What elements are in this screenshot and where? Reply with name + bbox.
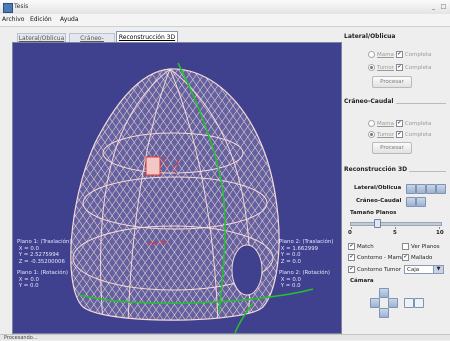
slider-mid-label: 5	[393, 230, 397, 236]
menu-archivo[interactable]: Archivo	[2, 16, 24, 23]
ver-planos-label: Ver Planos	[411, 244, 440, 250]
camera-right-button[interactable]	[388, 298, 398, 308]
title-bar: Tesis _ □	[0, 0, 450, 15]
match-checkbox[interactable]: ✔	[348, 243, 355, 250]
craneo-rotate-right-button[interactable]	[416, 197, 426, 207]
radio-mama-cc[interactable]	[368, 120, 375, 127]
ver-planos-option[interactable]: Ver Planos	[400, 243, 440, 250]
radio-row-mama-cc[interactable]: Mama ✔ Completa	[368, 120, 431, 127]
status-bar: Procesando...	[0, 334, 450, 341]
radio-tumor-label: Tumor	[377, 65, 394, 71]
checkbox-completa-mama[interactable]: ✔	[395, 51, 403, 58]
completa-label: Completa	[405, 65, 432, 71]
camera-label: Cámara	[350, 278, 374, 284]
slider-tick	[439, 227, 440, 229]
checkbox-completa-tumor[interactable]: ✔	[396, 64, 403, 71]
plane1-translation-readout: Plano 1: (Traslación) X = 0.0 Y = 2.5275…	[17, 239, 72, 265]
menu-bar: Archivo Edición Ayuda	[0, 14, 450, 27]
radio-tumor-cc-label: Tumor	[377, 132, 394, 138]
craneo-rotate-left-button[interactable]	[406, 197, 416, 207]
radio-row-tumor-cc[interactable]: Tumor ✔ Completa	[368, 131, 432, 138]
radio-row-mama[interactable]: Mama ✔ Completa	[368, 51, 431, 58]
match-option[interactable]: ✔ Match	[346, 243, 374, 250]
plane2-translation-readout: Plano 2: (Traslación) X = 1.662999 Y = 0…	[279, 239, 334, 265]
slider-min-label: 0	[348, 230, 352, 236]
slider-max-label: 10	[436, 230, 444, 236]
slider-tick	[395, 227, 396, 229]
mesh-hole	[231, 244, 263, 296]
contorno-mama-checkbox[interactable]: ✔	[348, 254, 355, 261]
panel-title-lateral: Lateral/Oblicua	[344, 33, 396, 40]
zoom-out-icon[interactable]	[414, 298, 424, 308]
craneo-rotation-label: Cráneo-Caudal	[356, 198, 402, 204]
lateral-rotate-right-button[interactable]	[436, 184, 446, 194]
procesar-button-craneo[interactable]: Procesar	[372, 142, 412, 154]
checkbox-completa-mama-cc[interactable]: ✔	[395, 120, 403, 127]
mallado-checkbox[interactable]: ✔	[402, 254, 409, 261]
contorno-mama-option[interactable]: ✔ Contorno - Mama	[346, 254, 405, 261]
plane-size-slider-thumb[interactable]	[374, 219, 382, 228]
procesar-button-lateral[interactable]: Procesar	[372, 76, 412, 88]
completa-label: Completa	[404, 52, 432, 58]
radio-mama[interactable]	[368, 51, 375, 58]
lateral-rotate-up-button[interactable]	[416, 184, 426, 194]
tab-strip: Lateral/Oblicua Cráneo-Caudal Reconstruc…	[12, 28, 340, 51]
reconstruction-viewport[interactable]: Plano 1: (Traslación) X = 0.0 Y = 2.5275…	[12, 42, 342, 334]
radio-row-tumor[interactable]: Tumor ✔ Completa	[368, 64, 432, 71]
window-title: Tesis	[14, 3, 29, 10]
ver-planos-checkbox[interactable]	[402, 243, 409, 250]
match-label: Match	[357, 244, 374, 250]
radio-mama-label: Mama	[377, 52, 394, 58]
plane-size-slider[interactable]	[350, 222, 442, 226]
mesh-type-select[interactable]: Caja ▼	[404, 265, 444, 274]
contorno-tumor-checkbox[interactable]: ✔	[348, 266, 355, 273]
chevron-down-icon[interactable]: ▼	[433, 266, 443, 273]
contorno-tumor-option[interactable]: ✔ Contorno Tumor	[346, 266, 401, 273]
lateral-rotation-label: Lateral/Oblicua	[354, 185, 402, 191]
maximize-icon[interactable]: □	[440, 3, 447, 10]
mesh-type-select-value: Caja	[407, 267, 420, 273]
panel-title-craneo: Cráneo-Caudal	[344, 98, 396, 105]
completa-label: Completa	[404, 121, 432, 127]
completa-label: Completa	[405, 132, 432, 138]
lateral-rotate-left-button[interactable]	[406, 184, 416, 194]
mallado-label: Mallado	[411, 255, 433, 261]
contorno-mama-label: Contorno - Mama	[357, 255, 405, 261]
menu-ayuda[interactable]: Ayuda	[60, 16, 79, 23]
plane2-rotation-readout: Plano 2: (Rotación) X = 0.0 Y = 0.0	[279, 270, 331, 289]
camera-up-button[interactable]	[379, 288, 389, 298]
menu-edicion[interactable]: Edición	[30, 16, 52, 23]
radio-tumor-cc[interactable]	[368, 131, 375, 138]
radio-tumor[interactable]	[368, 64, 375, 71]
radio-mama-cc-label: Mama	[377, 121, 394, 127]
mesh-render	[70, 62, 314, 333]
zoom-in-icon[interactable]	[404, 298, 414, 308]
slider-tick	[351, 227, 352, 229]
app-icon	[3, 3, 13, 13]
plane1-rotation-readout: Plano 1: (Rotación) X = 0.0 Y = 0.0	[17, 270, 69, 289]
minimize-icon[interactable]: _	[430, 3, 437, 10]
camera-left-button[interactable]	[370, 298, 380, 308]
checkbox-completa-tumor-cc[interactable]: ✔	[396, 131, 403, 138]
camera-down-button[interactable]	[379, 308, 389, 318]
panel-reconstruccion-3d: Reconstrucción 3D Lateral/Oblicua Cráneo…	[344, 166, 446, 332]
plane-size-label: Tamaño Planos	[350, 210, 397, 216]
panel-craneo-caudal: Cráneo-Caudal Mama ✔ Completa Tumor ✔ Comple…	[344, 98, 446, 160]
panel-title-3d: Reconstrucción 3D	[344, 166, 410, 173]
lateral-rotate-down-button[interactable]	[426, 184, 436, 194]
mallado-option[interactable]: ✔ Mallado	[400, 254, 432, 261]
contorno-tumor-label: Contorno Tumor	[357, 267, 401, 273]
